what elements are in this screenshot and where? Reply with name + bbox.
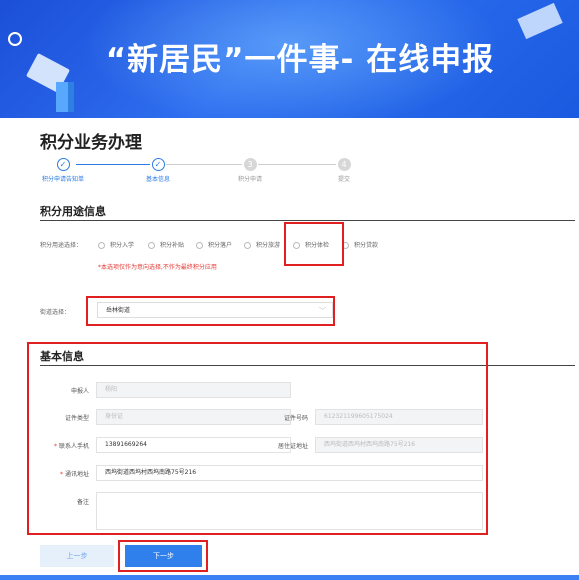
banner-circle-decoration [8, 32, 22, 46]
banner-title: “新居民”一件事- 在线申报 [105, 42, 495, 78]
step-label: 积分申请告知单 [41, 176, 84, 183]
footer-bar [0, 575, 579, 580]
highlight-box-basic-info [27, 342, 488, 535]
banner-cube-decoration [56, 82, 74, 112]
radio-usage-travel[interactable]: 积分旅游 [244, 240, 280, 249]
usage-section-title: 积分用途信息 [40, 205, 106, 218]
radio-usage-settle[interactable]: 积分落户 [196, 240, 232, 249]
step-label: 基本信息 [145, 176, 170, 183]
street-label: 街道选择： [40, 309, 71, 316]
radio-circle-icon [196, 242, 203, 249]
highlight-box-next [118, 540, 208, 572]
radio-usage-loan[interactable]: 积分贷款 [342, 240, 378, 249]
highlight-box-street [86, 296, 335, 326]
page-title: 积分业务办理 [40, 133, 142, 153]
banner-paper-decoration-2 [517, 2, 563, 40]
step-3: 3 积分申请 [215, 158, 285, 183]
radio-usage-subsidy[interactable]: 积分补贴 [148, 240, 184, 249]
radio-circle-icon [148, 242, 155, 249]
step-label: 提交 [337, 176, 350, 183]
step-label: 积分申请 [237, 176, 262, 183]
header-banner: “新居民”一件事- 在线申报 [0, 0, 579, 118]
highlight-box-checkup [284, 222, 344, 266]
usage-hint: *本选项仅作为意向选择,不作为最终积分应用 [98, 264, 217, 271]
usage-row-label: 积分用途选择： [40, 242, 83, 249]
step-number: 3 [243, 158, 257, 171]
step-number: 4 [337, 158, 351, 171]
radio-circle-icon [244, 242, 251, 249]
step-check-icon: ✓ [56, 158, 70, 171]
radio-circle-icon [98, 242, 105, 249]
radio-usage-school[interactable]: 积分入学 [98, 240, 134, 249]
step-4: 4 提交 [309, 158, 379, 183]
section-divider [40, 220, 575, 221]
progress-steps: ✓ 积分申请告知单 ✓ 基本信息 3 积分申请 4 提交 [28, 158, 548, 188]
step-2: ✓ 基本信息 [123, 158, 193, 183]
prev-button[interactable]: 上一步 [40, 545, 114, 567]
step-1: ✓ 积分申请告知单 [28, 158, 98, 183]
step-check-icon: ✓ [151, 158, 165, 171]
